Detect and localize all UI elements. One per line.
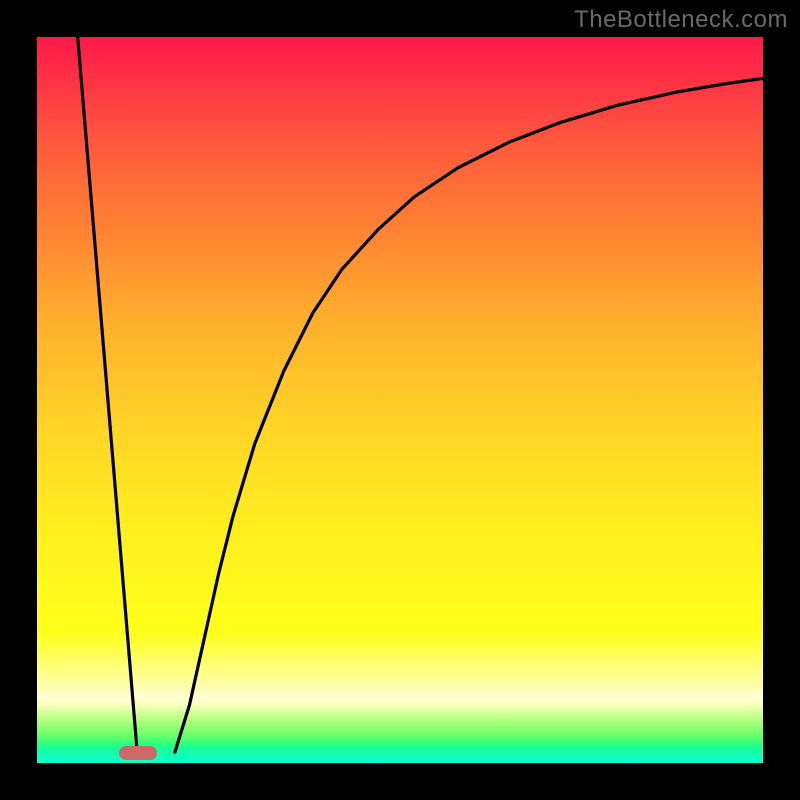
left-branch-line (78, 37, 138, 752)
bottleneck-marker (119, 746, 157, 760)
curve-plot (37, 37, 763, 763)
curve-group (78, 37, 763, 752)
chart-frame: TheBottleneck.com (0, 0, 800, 800)
watermark-text: TheBottleneck.com (574, 6, 788, 34)
right-branch-line (175, 78, 763, 752)
